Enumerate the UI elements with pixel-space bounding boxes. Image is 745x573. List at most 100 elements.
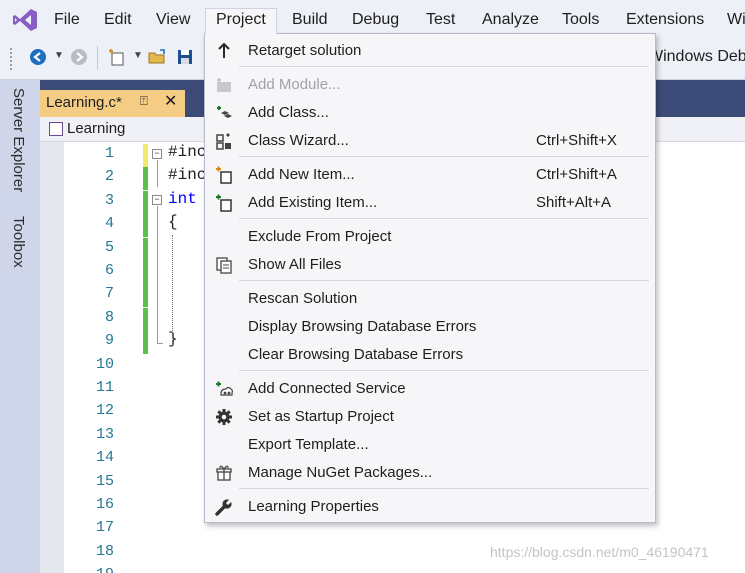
solution-platform-text[interactable]: Windows Debu (648, 48, 745, 66)
menu-item-add-class[interactable]: Add Class... (205, 99, 655, 127)
menu-item-add-connected-service[interactable]: Add Connected Service (205, 375, 655, 403)
show-all-files-icon (216, 257, 232, 274)
watermark: https://blog.csdn.net/m0_46190471 (490, 544, 709, 560)
line-number: 5 (104, 238, 114, 256)
line-number: 10 (95, 355, 114, 373)
change-tracking-marker (143, 167, 148, 191)
change-tracking-marker (143, 261, 148, 284)
document-tab[interactable]: Learning.c* ⍐ ✕ (40, 90, 185, 117)
add-module-icon (217, 78, 231, 92)
line-number: 2 (104, 168, 114, 186)
line-number: 8 (104, 308, 114, 326)
menu-separator (239, 280, 649, 281)
line-number: 12 (95, 402, 114, 420)
menu-item-set-as-startup-project[interactable]: Set as Startup Project (205, 403, 655, 431)
line-number: 19 (64, 566, 114, 573)
editor-left-margin (40, 142, 64, 573)
project-scope-icon (49, 122, 63, 136)
fold-line (157, 206, 158, 343)
menu-debug[interactable]: Debug (352, 9, 399, 33)
close-icon[interactable]: ✕ (164, 91, 177, 111)
menu-item-learning-properties[interactable]: Learning Properties (205, 493, 655, 521)
code-line[interactable]: int (168, 190, 197, 208)
arrow-up-icon (218, 42, 230, 58)
menu-item-shortcut: Ctrl+Shift+X (536, 132, 617, 149)
menu-item-label: Clear Browsing Database Errors (248, 346, 464, 363)
line-number: 11 (95, 379, 114, 396)
line-number: 16 (95, 496, 114, 513)
menu-item-label: Export Template... (248, 436, 369, 453)
menu-item-retarget-solution[interactable]: Retarget solution (205, 37, 655, 65)
menu-test[interactable]: Test (426, 9, 455, 33)
menu-file[interactable]: File (54, 9, 80, 33)
menu-item-exclude-from-project[interactable]: Exclude From Project (205, 223, 655, 251)
toolbar-separator (97, 46, 98, 70)
menu-window[interactable]: Wi (727, 9, 745, 33)
change-tracking-marker (143, 214, 148, 238)
menu-item-label: Manage NuGet Packages... (248, 464, 433, 481)
line-number: 4 (104, 215, 114, 233)
menu-separator (239, 156, 649, 157)
forward-icon[interactable] (70, 48, 88, 66)
nuget-package-icon (216, 465, 232, 481)
back-icon[interactable] (29, 48, 47, 66)
menu-project[interactable]: Project (205, 8, 277, 34)
menu-extensions[interactable]: Extensions (626, 9, 704, 33)
menu-analyze[interactable]: Analyze (482, 9, 539, 33)
toolbox-tab[interactable]: Toolbox (10, 216, 27, 268)
change-tracking-marker (143, 331, 148, 355)
menu-item-shortcut: Shift+Alt+A (536, 194, 612, 211)
pin-icon[interactable]: ⍐ (140, 93, 148, 109)
menu-item-export-template[interactable]: Export Template... (205, 431, 655, 459)
menu-item-add-existing-item[interactable]: Add Existing Item... Shift+Alt+A (205, 189, 655, 217)
line-number: 17 (95, 519, 114, 537)
menu-item-manage-nuget-packages[interactable]: Manage NuGet Packages... (205, 459, 655, 487)
open-folder-icon[interactable] (148, 48, 166, 66)
server-explorer-tab[interactable]: Server Explorer (10, 88, 27, 192)
menu-item-shortcut: Ctrl+Shift+A (536, 166, 617, 183)
menu-separator (239, 218, 649, 219)
new-project-dropdown-icon[interactable]: ▼ (133, 50, 143, 61)
menu-item-rescan-solution[interactable]: Rescan Solution (205, 285, 655, 313)
line-number: 15 (95, 472, 114, 490)
change-tracking-marker (143, 144, 148, 167)
menu-separator (239, 66, 649, 67)
code-line[interactable]: #inc (168, 166, 206, 184)
change-tracking-marker (143, 190, 148, 214)
collapse-icon[interactable]: − (152, 149, 162, 159)
menu-item-add-module[interactable]: Add Module... (205, 71, 655, 99)
toolbar-grip[interactable] (10, 48, 14, 70)
fold-line (157, 160, 158, 187)
line-number: 1 (104, 145, 114, 162)
add-existing-item-icon (216, 194, 232, 212)
class-wizard-icon (216, 133, 231, 150)
change-tracking-marker (143, 307, 148, 331)
code-line[interactable]: #inc (168, 143, 206, 161)
menu-item-add-new-item[interactable]: Add New Item... Ctrl+Shift+A (205, 161, 655, 189)
menu-item-show-all-files[interactable]: Show All Files (205, 251, 655, 279)
back-dropdown-icon[interactable]: ▼ (54, 50, 64, 61)
menu-build[interactable]: Build (292, 9, 328, 33)
project-scope-dropdown[interactable]: Learning (67, 120, 125, 137)
side-panel: Server Explorer Toolbox (0, 80, 40, 573)
save-icon[interactable] (176, 48, 194, 66)
menu-item-class-wizard[interactable]: Class Wizard... Ctrl+Shift+X (205, 127, 655, 155)
change-tracking-marker (143, 237, 148, 261)
menu-edit[interactable]: Edit (104, 9, 132, 33)
gear-icon (216, 409, 232, 425)
line-number: 9 (104, 332, 114, 350)
line-number: 7 (104, 285, 114, 303)
menu-item-label: Show All Files (248, 256, 342, 273)
fold-end (157, 343, 163, 344)
menu-item-label: Display Browsing Database Errors (248, 318, 477, 335)
menu-item-display-browsing-database-errors[interactable]: Display Browsing Database Errors (205, 313, 655, 341)
menu-item-label: Add Module... (248, 76, 341, 93)
collapse-icon[interactable]: − (152, 195, 162, 205)
menu-item-label: Retarget solution (248, 42, 362, 59)
menu-item-clear-browsing-database-errors[interactable]: Clear Browsing Database Errors (205, 341, 655, 369)
menu-item-label: Set as Startup Project (248, 408, 394, 425)
menu-view[interactable]: View (156, 9, 190, 33)
new-project-icon[interactable] (108, 48, 126, 66)
menu-tools[interactable]: Tools (562, 9, 599, 33)
code-line[interactable]: { (168, 213, 178, 231)
